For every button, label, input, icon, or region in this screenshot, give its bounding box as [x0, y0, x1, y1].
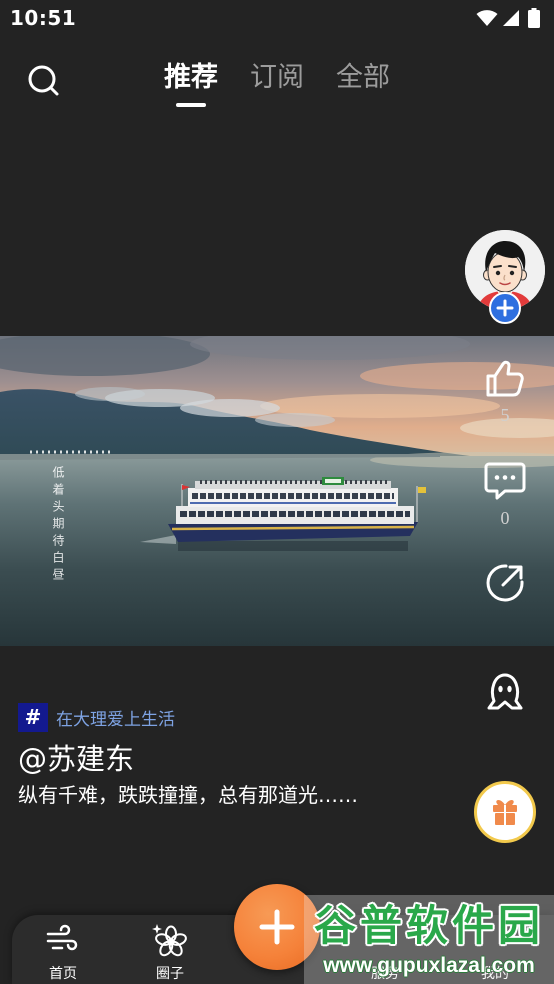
comment-icon[interactable]	[483, 459, 527, 503]
plus-icon	[259, 909, 295, 945]
video-overlay-text: 低着头期待白昼	[51, 466, 65, 585]
topic-label: 在大理爱上生活	[56, 710, 175, 730]
like-count: 5	[500, 405, 510, 425]
plus-icon	[496, 299, 514, 317]
wifi-icon	[476, 10, 498, 26]
wind-icon[interactable]	[45, 924, 81, 954]
watermark-title: 谷普软件园	[313, 901, 544, 950]
tab-subscribe[interactable]: 订阅	[250, 58, 304, 98]
watermark: 谷普软件园 www.gupuxlazal.com	[304, 895, 554, 984]
nav-label-circle[interactable]: 圈子	[140, 964, 200, 984]
status-time: 10:51	[10, 6, 77, 30]
gift-button[interactable]	[474, 781, 536, 843]
tab-label: 订阅	[250, 62, 304, 93]
topic-tag[interactable]: # 在大理爱上生活	[18, 703, 175, 732]
signal-icon	[503, 10, 519, 26]
video-player[interactable]: 低着头期待白昼	[0, 336, 554, 646]
watermark-url: www.gupuxlazal.com	[323, 954, 535, 977]
character-icon[interactable]	[483, 670, 527, 714]
top-tabs: 推荐 订阅 全部	[164, 58, 390, 107]
topic-badge: #	[18, 703, 48, 732]
nav-label-home[interactable]: 首页	[33, 964, 93, 984]
tab-recommend[interactable]: 推荐	[164, 58, 218, 107]
tab-label: 全部	[336, 62, 390, 93]
follow-button[interactable]	[489, 292, 521, 324]
share-icon[interactable]	[483, 561, 527, 605]
video-frame-image	[0, 336, 554, 646]
search-icon[interactable]	[26, 63, 60, 97]
flower-icon[interactable]	[151, 922, 189, 958]
tab-all[interactable]: 全部	[336, 58, 390, 98]
thumbs-up-icon[interactable]	[483, 356, 527, 400]
author-name[interactable]: @苏建东	[18, 740, 134, 778]
comment-count: 0	[500, 508, 510, 528]
tab-underline	[176, 103, 206, 107]
tab-label: 推荐	[164, 62, 218, 93]
post-caption: 纵有千难，跌跌撞撞，总有那道光……	[18, 783, 358, 807]
gift-icon	[493, 800, 517, 825]
battery-icon	[528, 8, 540, 28]
